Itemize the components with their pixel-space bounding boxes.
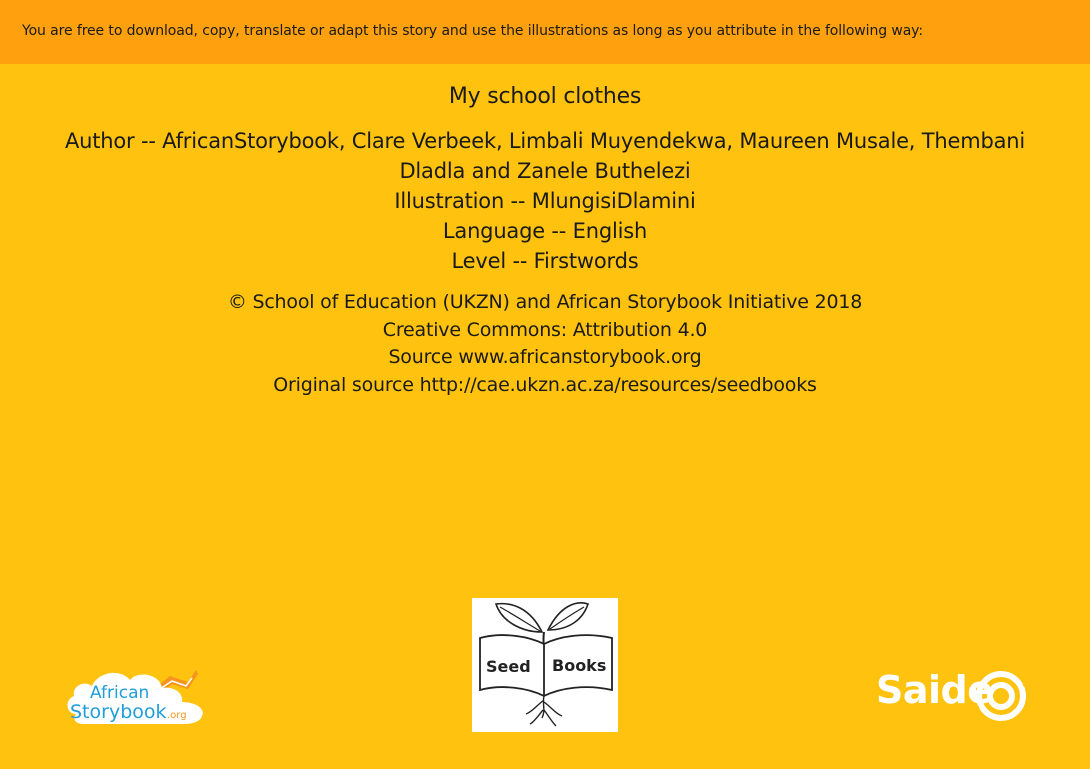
seed-books-word1: Seed — [486, 657, 531, 676]
credits-section: My school clothes Author -- AfricanStory… — [0, 82, 1090, 399]
original-source-line: Original source http://cae.ukzn.ac.za/re… — [273, 373, 817, 396]
level-line: Level -- Firstwords — [451, 249, 639, 273]
illustration-line: Illustration -- MlungisiDlamini — [394, 189, 696, 213]
author-line: Author -- AfricanStorybook, Clare Verbee… — [64, 129, 1026, 183]
saide-logo: Saide — [874, 664, 1030, 726]
story-title: My school clothes — [448, 84, 642, 109]
asb-logo-line1: African — [90, 683, 149, 703]
asb-logo-suffix: .org — [167, 710, 187, 721]
seed-books-logo: Seed Books — [472, 598, 618, 732]
license-line: Creative Commons: Attribution 4.0 — [382, 318, 708, 341]
asb-logo-line2: Storybook — [70, 701, 167, 723]
seed-books-word2: Books — [552, 656, 606, 675]
rights-block: © School of Education (UKZN) and African… — [0, 289, 1090, 399]
language-line: Language -- English — [442, 219, 648, 243]
african-storybook-cloud-icon: African Storybook .org — [67, 670, 203, 724]
african-storybook-logo: African Storybook .org — [64, 656, 206, 726]
credits-block: Author -- AfricanStorybook, Clare Verbee… — [55, 126, 1035, 276]
source-line: Source www.africanstorybook.org — [388, 346, 702, 368]
saide-ring-icon — [974, 667, 1028, 724]
copyright-line: © School of Education (UKZN) and African… — [227, 291, 863, 313]
attribution-notice-text: You are free to download, copy, translat… — [22, 23, 923, 39]
attribution-notice-bar: You are free to download, copy, translat… — [0, 0, 1090, 64]
seed-books-sprout-icon: Seed Books — [479, 602, 613, 727]
